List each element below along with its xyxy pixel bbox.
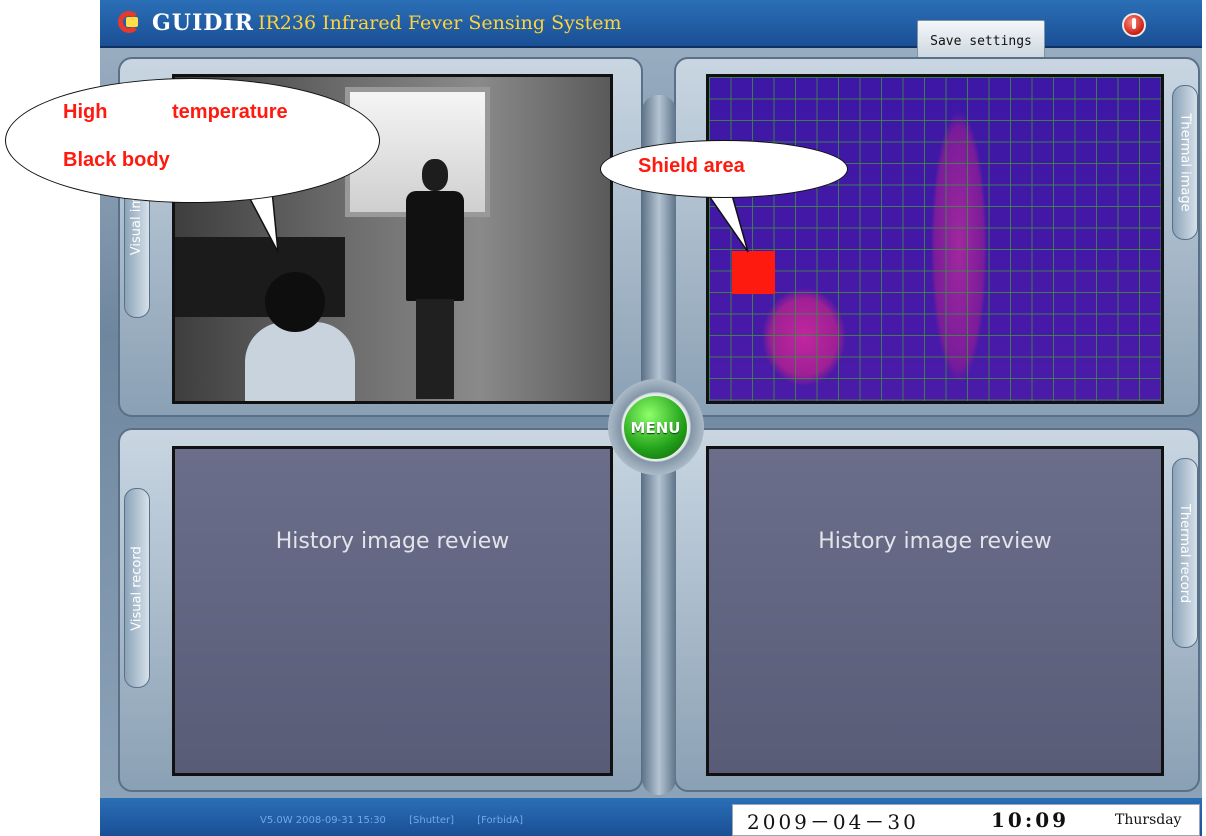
thermal-video-feed[interactable]: [706, 74, 1164, 404]
seated-person: [245, 272, 355, 401]
callout-black-body: Black body: [63, 149, 170, 171]
tab-visual-record[interactable]: Visual record: [124, 488, 150, 688]
callout-temperature: temperature: [172, 101, 288, 123]
history-review-label-left: History image review: [275, 529, 510, 554]
forbid-status[interactable]: [ForbidA]: [477, 815, 523, 826]
status-info: V5.0W 2008-09-31 15:30 [Shutter] [Forbid…: [260, 815, 543, 826]
tab-thermal-image[interactable]: Thermal image: [1172, 85, 1198, 240]
version-text: V5.0W 2008-09-31 15:30: [260, 815, 386, 826]
save-settings-button[interactable]: Save settings: [917, 20, 1045, 62]
tab-visual-record-label: Visual record: [129, 545, 145, 631]
guidir-logo-icon: [118, 11, 144, 35]
date-readout: 2009－04－30: [747, 809, 919, 834]
menu-button[interactable]: MENU: [622, 394, 689, 461]
tab-thermal-record-label: Thermal record: [1177, 503, 1193, 603]
time-readout: 10:09: [991, 808, 1070, 832]
app-title: IR236 Infrared Fever Sensing System: [258, 12, 622, 34]
tab-thermal-image-label: Thermal image: [1177, 113, 1193, 212]
guidir-logo: GUIDIR: [118, 9, 254, 37]
status-bar: V5.0W 2008-09-31 15:30 [Shutter] [Forbid…: [100, 798, 1202, 836]
shutter-status[interactable]: [Shutter]: [409, 815, 454, 826]
logo-text: GUIDIR: [152, 10, 254, 36]
datetime-display: 2009－04－30 10:09 Thursday: [732, 804, 1200, 836]
day-readout: Thursday: [1115, 812, 1182, 828]
standing-person: [400, 159, 470, 399]
shield-grid[interactable]: [709, 77, 1161, 401]
tab-thermal-record[interactable]: Thermal record: [1172, 458, 1198, 648]
shield-area-block[interactable]: [732, 251, 775, 294]
visual-record-screen[interactable]: History image review: [172, 446, 613, 776]
visual-record-panel: History image review: [118, 428, 643, 792]
callout-shield-area: Shield area: [638, 155, 745, 177]
thermal-record-screen[interactable]: History image review: [706, 446, 1164, 776]
thermal-record-panel: History image review: [674, 428, 1200, 792]
history-review-label-right: History image review: [818, 529, 1052, 554]
thermal-image-panel: [674, 57, 1200, 417]
power-button[interactable]: [1122, 13, 1146, 37]
callout-bubble-black-body: [5, 78, 380, 203]
callout-high: High: [63, 101, 108, 123]
